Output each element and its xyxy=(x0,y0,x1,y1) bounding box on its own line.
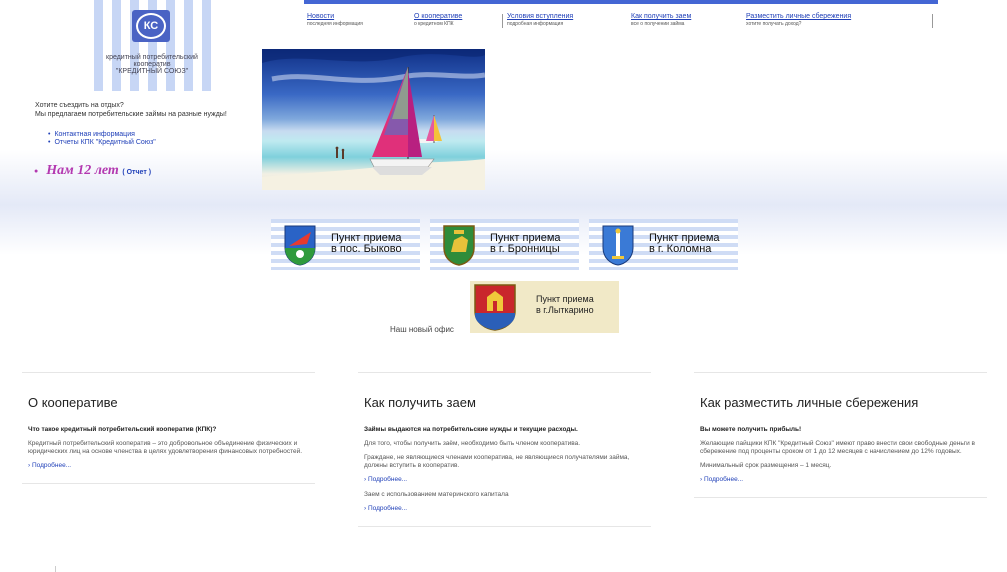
nav-divider xyxy=(932,14,933,28)
panel-about-more-link[interactable]: Подробнее... xyxy=(28,462,309,470)
nav-about-subtitle: о кредитном КПК xyxy=(414,21,454,27)
intro-line2: Мы предлагаем потребительские займы на р… xyxy=(35,111,227,118)
nav-about[interactable]: О кооперативе о кредитном КПК xyxy=(414,13,462,29)
logo-badge-text: КС xyxy=(136,13,166,39)
panel-loan-text-1: Для того, чтобы получить заём, необходим… xyxy=(364,440,581,447)
new-office-label: Наш новый офис xyxy=(390,325,454,334)
nav-news[interactable]: Новости последняя информация xyxy=(307,13,363,29)
panel-about-title: О кооперативе xyxy=(28,395,118,410)
panel-savings-text-1: Желающие пайщики КПК "Кредитный Союз" им… xyxy=(700,440,975,455)
point-kolomna-label: Пункт приема в г. Коломна xyxy=(649,233,739,255)
point-lytkarino-line2: в г.Лыткарино xyxy=(536,305,594,315)
page-corner-mark xyxy=(55,566,56,572)
panel-about-question: Что такое кредитный потребительский кооп… xyxy=(28,426,217,433)
point-lytkarino[interactable]: Пункт приема в г.Лыткарино xyxy=(470,281,619,333)
side-link-item: Контактная информация xyxy=(48,131,156,139)
point-bykovo-line2: в пос. Быково xyxy=(331,243,402,255)
top-nav: Новости последняя информация О кооперати… xyxy=(304,13,938,29)
panel-savings-question: Вы можете получить прибыль! xyxy=(700,426,802,433)
bronnitsy-coat-of-arms-icon xyxy=(443,225,475,266)
ks-logo-icon: КС xyxy=(132,10,170,42)
panel-loan: Как получить заем Займы выдаются на потр… xyxy=(358,372,651,527)
point-bykovo[interactable]: Пункт приема в пос. Быково xyxy=(271,219,420,270)
panel-loan-maternity-text: Заем с использованием материнского капит… xyxy=(364,491,509,498)
hero-image xyxy=(262,49,485,190)
panel-loan-maternity-more-link[interactable]: Подробнее... xyxy=(364,505,645,513)
panel-loan-question: Займы выдаются на потребительские нужды … xyxy=(364,426,578,433)
kolomna-coat-of-arms-icon xyxy=(602,225,634,266)
panel-savings-more-link[interactable]: Подробнее... xyxy=(700,476,981,484)
point-lytkarino-label: Пункт приема в г.Лыткарино xyxy=(536,294,616,316)
sailboat-illustration xyxy=(262,49,485,190)
nav-savings-title[interactable]: Разместить личные сбережения xyxy=(746,13,851,21)
anniversary-banner: ● Нам 12 лет ( Отчет ) xyxy=(34,163,151,179)
nav-about-title[interactable]: О кооперативе xyxy=(414,13,462,21)
panel-loan-more-link[interactable]: Подробнее... xyxy=(364,476,645,484)
anniversary-report-link[interactable]: ( Отчет ) xyxy=(122,169,151,176)
nav-savings-subtitle: хотите получать доход? xyxy=(746,21,802,27)
logo-caption-line3: "КРЕДИТНЫЙ СОЮЗ" xyxy=(115,68,189,75)
nav-news-title[interactable]: Новости xyxy=(307,13,363,21)
anniversary-text: Нам 12 лет xyxy=(46,163,119,178)
nav-loan[interactable]: Как получить заем все о получении займа xyxy=(631,13,691,29)
nav-join-title[interactable]: Условия вступления xyxy=(507,13,573,21)
nav-join-subtitle: подробная информация xyxy=(507,21,564,27)
point-kolomna[interactable]: Пункт приема в г. Коломна xyxy=(589,219,738,270)
logo-caption: кредитный потребительский кооператив "КР… xyxy=(85,54,219,75)
point-kolomna-line2: в г. Коломна xyxy=(649,243,712,255)
panel-loan-title: Как получить заем xyxy=(364,395,476,410)
logo-caption-line1: кредитный потребительский xyxy=(106,54,198,61)
bykovo-coat-of-arms-icon xyxy=(284,225,316,266)
nav-loan-subtitle: все о получении займа xyxy=(631,21,685,27)
reports-link[interactable]: Отчеты КПК "Кредитный Союз" xyxy=(54,139,155,146)
point-bronnitsy-line2: в г. Бронницы xyxy=(490,243,560,255)
intro-line1: Хотите съездить на отдых? xyxy=(35,102,124,109)
panel-loan-text-2: Граждане, не являющиеся членами кооперат… xyxy=(364,454,630,469)
panel-about-text: Кредитный потребительский кооператив – э… xyxy=(28,440,303,455)
point-bykovo-label: Пункт приема в пос. Быково xyxy=(331,233,421,255)
nav-join[interactable]: Условия вступления подробная информация xyxy=(507,13,573,29)
bullet-icon: ● xyxy=(34,166,39,175)
intro-text: Хотите съездить на отдых? Мы предлагаем … xyxy=(35,101,265,119)
contacts-link[interactable]: Контактная информация xyxy=(54,131,134,138)
nav-savings[interactable]: Разместить личные сбережения хотите полу… xyxy=(746,13,851,29)
panel-savings-text-2: Минимальный срок размещения – 1 месяц. xyxy=(700,462,832,469)
point-bronnitsy-label: Пункт приема в г. Бронницы xyxy=(490,233,580,255)
side-link-item: Отчеты КПК "Кредитный Союз" xyxy=(48,139,155,147)
point-lytkarino-line1: Пункт приема xyxy=(536,294,594,304)
lytkarino-coat-of-arms-icon xyxy=(474,284,516,331)
logo-caption-line2: кооператив xyxy=(133,61,171,68)
panel-savings: Как разместить личные сбережения Вы може… xyxy=(694,372,987,498)
side-links: Контактная информация Отчеты КПК "Кредит… xyxy=(48,131,156,147)
nav-divider xyxy=(502,14,503,28)
nav-loan-title[interactable]: Как получить заем xyxy=(631,13,691,21)
point-bronnitsy[interactable]: Пункт приема в г. Бронницы xyxy=(430,219,579,270)
panel-savings-title: Как разместить личные сбережения xyxy=(700,395,919,410)
top-accent-bar xyxy=(304,0,938,4)
panel-about: О кооперативе Что такое кредитный потреб… xyxy=(22,372,315,484)
site-logo[interactable]: КС кредитный потребительский кооператив … xyxy=(85,0,219,91)
nav-news-subtitle: последняя информация xyxy=(307,21,363,27)
